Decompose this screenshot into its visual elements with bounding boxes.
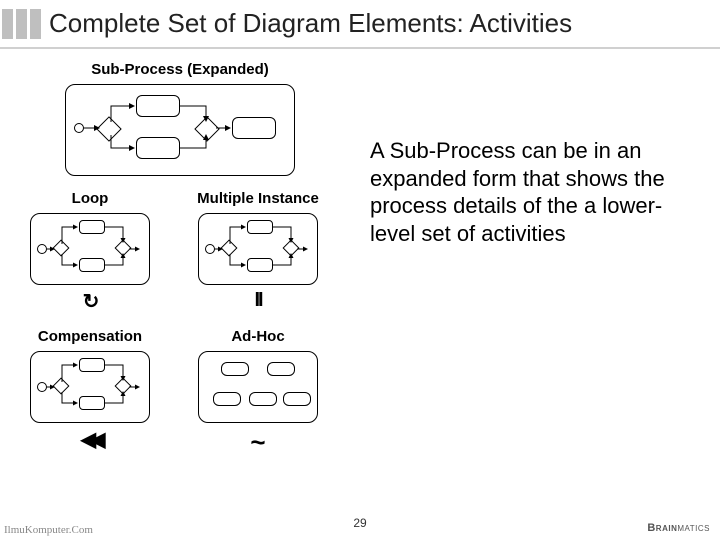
description-column: A Sub-Process can be in an expanded form… <box>340 57 710 458</box>
cell-compensation: Compensation ◀◀ <box>20 324 160 458</box>
cell-multiple-instance: Multiple Instance I <box>188 186 328 314</box>
title-bar: Complete Set of Diagram Elements: Activi… <box>0 0 720 49</box>
footer-right-bold: Brain <box>647 522 677 534</box>
page-number: 29 <box>353 516 366 530</box>
subprocess-expanded-box <box>65 84 295 176</box>
page-title: Complete Set of Diagram Elements: Activi… <box>49 8 572 39</box>
diagram-column: Sub-Process (Expanded) Loop <box>20 57 340 458</box>
footer-left: IlmuKomputer.Com <box>4 524 93 536</box>
title-accent-stripes <box>2 9 41 39</box>
label-subprocess: Sub-Process (Expanded) <box>65 61 295 78</box>
label-compensation: Compensation <box>20 328 160 345</box>
cell-loop: Loop ↻ <box>20 186 160 314</box>
multiple-instance-box <box>198 213 318 285</box>
adhoc-box <box>198 351 318 423</box>
label-adhoc: Ad-Hoc <box>188 328 328 345</box>
loop-box <box>30 213 150 285</box>
compensation-marker-icon: ◀◀ <box>20 427 160 452</box>
footer-right-rest: matics <box>677 522 710 534</box>
label-multiple-instance: Multiple Instance <box>188 190 328 207</box>
adhoc-marker-icon: ~ <box>188 427 328 458</box>
row-loop-multi: Loop ↻ <box>20 186 340 314</box>
loop-marker-icon: ↻ <box>20 289 160 314</box>
multiple-instance-marker-icon: II <box>188 289 328 312</box>
row-comp-adhoc: Compensation ◀◀ <box>20 324 340 458</box>
cell-adhoc: Ad-Hoc ~ <box>188 324 328 458</box>
content-area: Sub-Process (Expanded) Loop <box>0 49 720 458</box>
compensation-box <box>30 351 150 423</box>
footer-right-logo: Brainmatics <box>647 522 710 534</box>
label-loop: Loop <box>20 190 160 207</box>
description-text: A Sub-Process can be in an expanded form… <box>370 137 690 247</box>
